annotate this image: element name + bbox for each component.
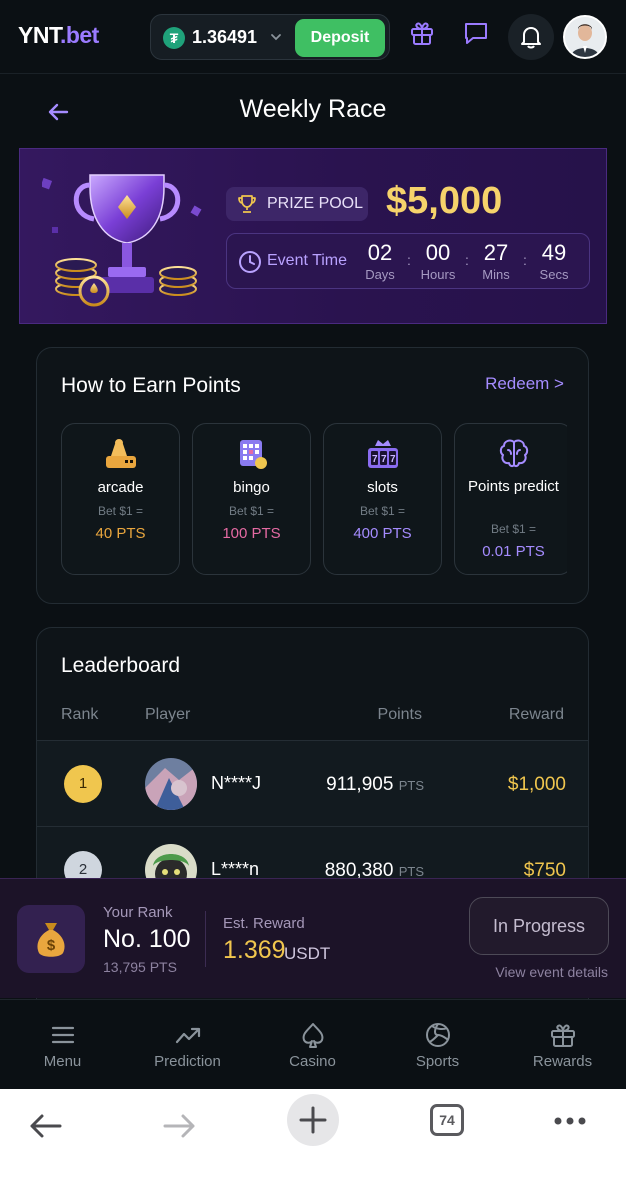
deposit-button[interactable]: Deposit <box>295 19 385 57</box>
col-rank: Rank <box>61 706 99 723</box>
est-reward-currency: USDT <box>284 944 331 963</box>
table-row[interactable]: 1 N****J 911,905 PTS $1,000 <box>37 740 588 826</box>
weekly-race-banner: PRIZE POOL $5,000 Event Time 02 Days : 0… <box>19 148 607 324</box>
nav-menu[interactable]: Menu <box>0 1000 125 1090</box>
est-reward-value: 1.369 <box>223 936 286 964</box>
prize-pool-chip: PRIZE POOL <box>226 187 368 221</box>
earn-title: How to Earn Points <box>61 374 241 397</box>
player-avatar <box>145 758 197 810</box>
notifications-button[interactable] <box>508 14 554 60</box>
chevron-down-icon[interactable] <box>269 30 283 44</box>
col-points: Points <box>377 706 422 723</box>
site-logo[interactable]: YNT.bet <box>18 22 99 49</box>
your-rank-label: Your Rank <box>103 904 173 921</box>
col-player: Player <box>145 706 191 723</box>
nav-casino[interactable]: Casino <box>250 1000 375 1090</box>
player-name: L****n <box>211 859 260 879</box>
your-rank-bar: $ Your Rank No. 100 13,795 PTS Est. Rewa… <box>0 878 626 998</box>
countdown-secs: 49 <box>541 240 567 265</box>
rank-medal: 1 <box>64 765 102 803</box>
bingo-icon <box>240 440 267 469</box>
browser-toolbar: 74 <box>0 1089 626 1200</box>
page-title: Weekly Race <box>239 95 387 123</box>
slots-icon: 777 <box>368 440 398 468</box>
gift-icon <box>551 1024 575 1047</box>
tab-count-button[interactable]: 74 <box>430 1104 464 1136</box>
event-countdown: Event Time 02 Days : 00 Hours : 27 Mins … <box>226 233 590 289</box>
top-header: YNT.bet ₮ 1.36491 Deposit <box>0 0 626 74</box>
trophy-illustration <box>42 174 202 307</box>
spade-icon <box>302 1023 324 1048</box>
redeem-link[interactable]: Redeem > <box>485 374 564 394</box>
svg-text:7: 7 <box>372 454 378 465</box>
chat-icon[interactable] <box>462 19 490 47</box>
countdown-hours: 00 <box>425 240 451 265</box>
tile-arcade[interactable]: arcade Bet $1 = 40 PTS <box>61 423 180 575</box>
more-options-icon[interactable] <box>544 1101 596 1153</box>
tether-icon: ₮ <box>163 27 185 49</box>
wallet-balance: 1.36491 <box>192 27 258 47</box>
prize-amount: $5,000 <box>386 180 503 222</box>
tile-points-predict[interactable]: Points predict Bet $1 = 0.01 PTS <box>454 423 567 575</box>
plus-icon <box>299 1106 327 1134</box>
nav-sports[interactable]: Sports <box>375 1000 500 1090</box>
user-avatar[interactable] <box>563 15 607 59</box>
bell-icon <box>521 27 541 49</box>
countdown-separator: : <box>465 252 469 268</box>
countdown-days: 02 <box>367 240 393 265</box>
nav-prediction[interactable]: Prediction <box>125 1000 250 1090</box>
new-tab-button[interactable] <box>287 1094 339 1146</box>
clock-icon <box>239 251 261 273</box>
col-reward: Reward <box>508 706 564 723</box>
divider <box>205 911 206 967</box>
earn-points-card: How to Earn Points Redeem > arcade Bet $… <box>36 347 589 604</box>
svg-text:7: 7 <box>381 454 387 465</box>
trophy-icon <box>238 195 256 213</box>
countdown-separator: : <box>523 252 527 268</box>
countdown-mins: 27 <box>483 240 509 265</box>
in-progress-button[interactable]: In Progress <box>469 897 609 955</box>
gift-icon[interactable] <box>408 19 436 47</box>
money-bag-icon: $ <box>17 905 85 973</box>
your-rank-value: No. 100 <box>103 925 191 953</box>
brain-icon <box>499 439 529 468</box>
bottom-nav: Menu Prediction Casino Sports Rewards <box>0 999 626 1089</box>
arcade-icon <box>106 439 136 468</box>
countdown-separator: : <box>407 252 411 268</box>
svg-text:$: $ <box>47 937 56 954</box>
browser-forward-icon[interactable] <box>153 1101 205 1153</box>
leaderboard-title: Leaderboard <box>61 654 181 677</box>
tile-slots[interactable]: 777 slots Bet $1 = 400 PTS <box>323 423 442 575</box>
wallet-selector[interactable]: ₮ 1.36491 Deposit <box>150 14 390 60</box>
your-points: 13,795 PTS <box>103 959 177 975</box>
player-points: 911,905 PTS <box>326 774 424 795</box>
trend-icon <box>175 1027 201 1044</box>
volleyball-icon <box>426 1023 450 1047</box>
view-event-details-link[interactable]: View event details <box>495 964 608 980</box>
browser-back-icon[interactable] <box>20 1101 72 1153</box>
earn-tiles: arcade Bet $1 = 40 PTS bingo Bet $1 = 10… <box>61 423 567 575</box>
menu-icon <box>51 1026 75 1044</box>
tile-bingo[interactable]: bingo Bet $1 = 100 PTS <box>192 423 311 575</box>
svg-text:7: 7 <box>390 454 396 465</box>
player-name: N****J <box>211 773 262 793</box>
est-reward-label: Est. Reward <box>223 915 305 932</box>
nav-rewards[interactable]: Rewards <box>500 1000 625 1090</box>
player-reward: $1,000 <box>507 774 566 795</box>
